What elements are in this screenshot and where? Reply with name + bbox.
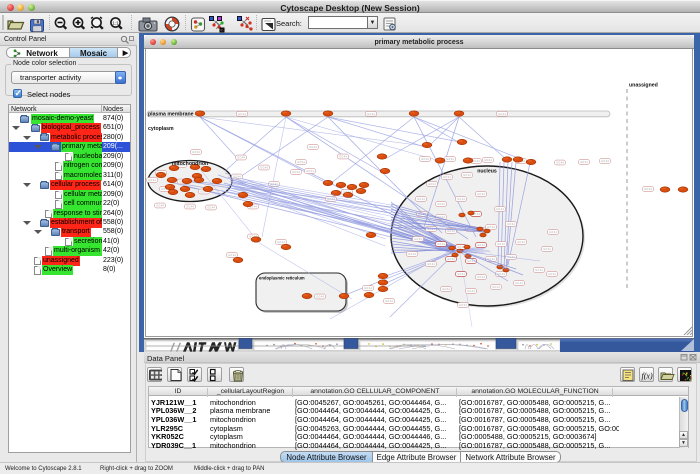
svg-text:GO:44: GO:44 (385, 299, 393, 303)
svg-text:GO:44: GO:44 (421, 157, 429, 161)
svg-text:GO:44: GO:44 (535, 268, 543, 272)
svg-text:GO:44: GO:44 (339, 155, 347, 159)
svg-text:GO:44: GO:44 (414, 237, 422, 241)
svg-text:GO:44: GO:44 (428, 182, 436, 186)
svg-text:GO:44: GO:44 (580, 160, 588, 164)
svg-text:nucleus: nucleus (477, 169, 497, 175)
svg-text:GO:44: GO:44 (477, 275, 485, 279)
svg-text:GO:44: GO:44 (238, 112, 246, 116)
svg-text:GO:44: GO:44 (515, 281, 523, 285)
svg-text:GO:44: GO:44 (260, 166, 268, 170)
svg-text:GO:44: GO:44 (437, 202, 445, 206)
svg-text:GO:44: GO:44 (497, 242, 505, 246)
svg-text:mitochondrion: mitochondrion (172, 161, 208, 167)
svg-text:GO:44: GO:44 (306, 169, 314, 173)
svg-text:GO:44: GO:44 (549, 230, 557, 234)
svg-text:GO:44: GO:44 (543, 247, 551, 251)
svg-text:1:1: 1:1 (112, 21, 119, 26)
svg-text:GO:44: GO:44 (309, 145, 317, 149)
svg-text:GO:44: GO:44 (601, 159, 609, 163)
svg-text:GO:44: GO:44 (446, 157, 454, 161)
svg-text:GO:44: GO:44 (148, 178, 156, 182)
svg-text:GO:44: GO:44 (472, 159, 480, 163)
svg-text:GO:44: GO:44 (496, 207, 504, 211)
svg-text:cytoplasm: cytoplasm (148, 126, 174, 132)
svg-text:GO:44: GO:44 (192, 150, 200, 154)
svg-text:GO:44: GO:44 (207, 206, 215, 210)
svg-text:GO:44: GO:44 (447, 257, 455, 261)
svg-text:unassigned: unassigned (629, 83, 658, 89)
svg-text:GO:44: GO:44 (427, 262, 435, 266)
svg-text:GO:44: GO:44 (367, 112, 375, 116)
svg-text:GO:44: GO:44 (156, 204, 164, 208)
svg-text:GO:44: GO:44 (477, 243, 485, 247)
svg-text:GO:44: GO:44 (484, 158, 492, 162)
svg-text:GO:44: GO:44 (408, 252, 416, 256)
svg-text:GO:44: GO:44 (463, 173, 471, 177)
svg-text:GO:44: GO:44 (417, 197, 425, 201)
svg-text:GO:44: GO:44 (467, 259, 475, 263)
svg-text:GO:44: GO:44 (457, 197, 465, 201)
svg-text:GO:44: GO:44 (467, 289, 475, 293)
svg-text:GO:44: GO:44 (437, 242, 445, 246)
svg-text:f(x): f(x) (642, 372, 653, 381)
svg-text:GO:44: GO:44 (364, 286, 372, 290)
svg-text:GO:44: GO:44 (644, 187, 652, 191)
svg-text:GO:44: GO:44 (507, 222, 515, 226)
svg-text:GO:44: GO:44 (457, 272, 465, 276)
svg-text:GO:44: GO:44 (517, 240, 525, 244)
svg-text:plasma membrane: plasma membrane (148, 112, 194, 118)
svg-text:GO:44: GO:44 (498, 112, 506, 116)
svg-text:GO:44: GO:44 (186, 205, 194, 209)
svg-text:GO:44: GO:44 (228, 253, 236, 257)
svg-text:GO:44: GO:44 (556, 161, 564, 165)
svg-text:GO:44: GO:44 (459, 303, 467, 307)
svg-text:GO:44: GO:44 (292, 170, 300, 174)
svg-text:endoplasmic reticulum: endoplasmic reticulum (259, 276, 305, 281)
svg-text:GO:44: GO:44 (477, 192, 485, 196)
svg-text:GO:44: GO:44 (487, 257, 495, 261)
svg-text:GO:44: GO:44 (442, 287, 450, 291)
svg-text:GO:44: GO:44 (316, 295, 324, 299)
svg-text:GO:44: GO:44 (492, 285, 500, 289)
svg-text:GO:44: GO:44 (237, 156, 245, 160)
svg-text:GO:44: GO:44 (443, 175, 451, 179)
svg-text:GO:44: GO:44 (487, 225, 495, 229)
svg-text:GO:44: GO:44 (548, 272, 556, 276)
svg-text:GO:44: GO:44 (277, 240, 285, 244)
svg-text:GO:44: GO:44 (297, 160, 305, 164)
